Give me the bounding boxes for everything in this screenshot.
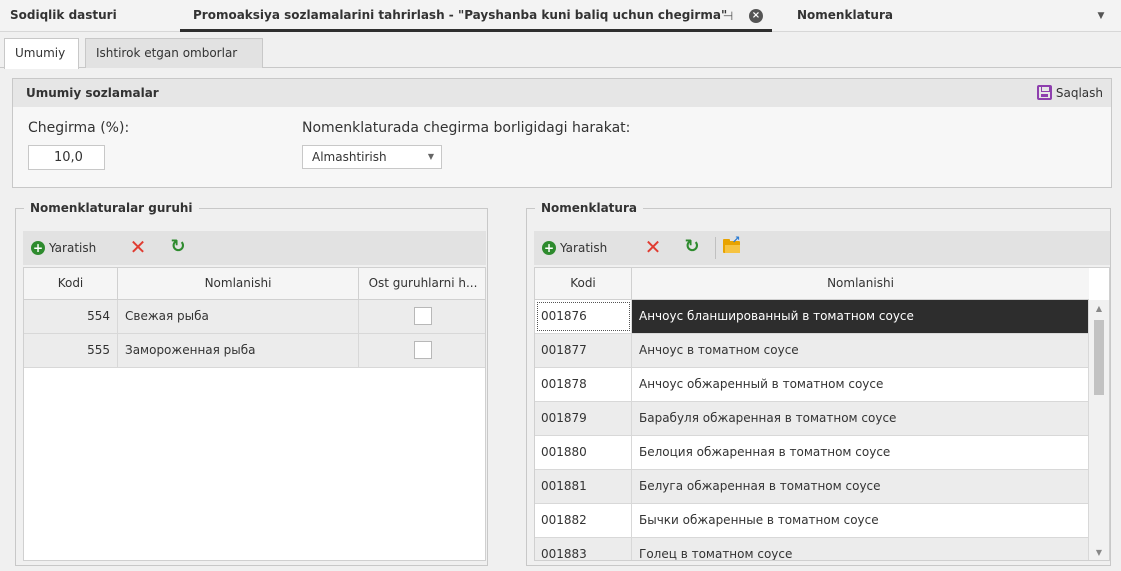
column-header-code[interactable]: Kodi [535, 268, 632, 299]
pin-icon[interactable]: ⊣ [721, 9, 735, 23]
column-header-name[interactable]: Nomlanishi [118, 268, 359, 299]
action-select[interactable]: Almashtirish ▼ [302, 145, 442, 169]
column-header-code[interactable]: Kodi [24, 268, 118, 299]
items-grid-header: Kodi Nomlanishi [535, 268, 1089, 300]
general-settings-group: Umumiy sozlamalar Saqlash Chegirma (%): … [12, 78, 1112, 188]
cell-name: Бычки обжаренные в томатном соусе [639, 513, 879, 527]
settings-header: Umumiy sozlamalar Saqlash [13, 79, 1111, 107]
doc-tab-loyalty[interactable]: Sodiqlik dasturi [10, 0, 117, 32]
discount-input[interactable]: 10,0 [28, 145, 105, 170]
table-row[interactable]: 555 Замороженная рыба [24, 334, 485, 368]
plus-circle-icon: + [31, 240, 45, 255]
column-header-subgroups[interactable]: Ost guruhlarni h... [359, 268, 485, 299]
table-row[interactable]: 554 Свежая рыба [24, 300, 485, 334]
items-create-button[interactable]: + Yaratish [542, 239, 607, 257]
groups-grid: Kodi Nomlanishi Ost guruhlarni h... 554 … [23, 267, 486, 561]
column-header-name[interactable]: Nomlanishi [632, 268, 1089, 299]
table-row[interactable]: 001882 Бычки обжаренные в томатном соусе [535, 504, 1089, 538]
cell-code: 001880 [535, 436, 632, 469]
vertical-scrollbar[interactable]: ▲ ▼ [1088, 300, 1109, 560]
cell-code: 554 [24, 300, 118, 333]
delete-icon[interactable]: ✕ [644, 237, 662, 257]
subgroups-checkbox[interactable] [414, 307, 432, 325]
groups-toolbar: + Yaratish ✕ ↻ [23, 231, 486, 265]
cell-name: Свежая рыба [118, 300, 359, 333]
cell-code: 001881 [535, 470, 632, 503]
cell-name: Анчоус бланшированный в томатном соусе [632, 300, 1089, 333]
cell-code: 001876 [535, 300, 632, 333]
cell-code: 001877 [535, 334, 632, 367]
refresh-icon[interactable]: ↻ [683, 237, 701, 257]
table-row[interactable]: 001879 Барабуля обжаренная в томатном со… [535, 402, 1089, 436]
refresh-icon[interactable]: ↻ [169, 237, 187, 257]
sub-tab-bar: Umumiy Ishtirok etgan omborlar [0, 32, 1121, 69]
groups-create-label: Yaratish [49, 241, 97, 255]
settings-title: Umumiy sozlamalar [26, 86, 159, 100]
chevron-down-icon[interactable]: ▼ [1094, 9, 1108, 23]
app-window: Sodiqlik dasturi Promoaksiya sozlamalari… [0, 0, 1121, 571]
save-label: Saqlash [1055, 86, 1103, 100]
discount-label: Chegirma (%): [28, 120, 130, 136]
items-toolbar: + Yaratish ✕ ↻ ↗ [534, 231, 1110, 265]
save-icon [1036, 84, 1052, 100]
cell-code: 555 [24, 334, 118, 367]
cell-name: Барабуля обжаренная в томатном соусе [639, 411, 897, 425]
cell-name: Белуга обжаренная в томатном соусе [639, 479, 881, 493]
cell-code: 001878 [535, 368, 632, 401]
cell-name: Анчоус в томатном соусе [639, 343, 799, 357]
items-create-label: Yaratish [560, 241, 608, 255]
plus-circle-icon: + [542, 240, 556, 255]
cell-code: 001883 [535, 538, 632, 560]
nomenclature-items-panel: Nomenklatura + Yaratish ✕ ↻ ↗ Kodi Nomlan… [526, 201, 1111, 566]
groups-create-button[interactable]: + Yaratish [31, 239, 96, 257]
table-row[interactable]: 001878 Анчоус обжаренный в томатном соус… [535, 368, 1089, 402]
items-grid: Kodi Nomlanishi 001876 Анчоус бланширова… [534, 267, 1110, 561]
table-row[interactable]: 001877 Анчоус в томатном соусе [535, 334, 1089, 368]
action-label: Nomenklaturada chegirma borligidagi hara… [302, 120, 631, 136]
items-panel-title: Nomenklatura [535, 201, 643, 215]
close-icon[interactable]: × [749, 9, 763, 23]
chevron-down-icon: ▼ [427, 152, 434, 161]
cell-code: 001879 [535, 402, 632, 435]
cell-name: Белоция обжаренная в томатном соусе [639, 445, 891, 459]
cell-subgroups [359, 300, 485, 333]
table-row[interactable]: 001881 Белуга обжаренная в томатном соус… [535, 470, 1089, 504]
tab-warehouses[interactable]: Ishtirok etgan omborlar [85, 38, 263, 68]
save-button[interactable]: Saqlash [1036, 84, 1103, 102]
delete-icon[interactable]: ✕ [129, 237, 147, 257]
table-row[interactable]: 001876 Анчоус бланшированный в томатном … [535, 300, 1089, 334]
table-row[interactable]: 001883 Голец в томатном соусе [535, 538, 1089, 561]
action-select-value: Almashtirish [312, 150, 387, 164]
cell-name: Анчоус обжаренный в томатном соусе [639, 377, 884, 391]
nomenclature-groups-panel: Nomenklaturalar guruhi + Yaratish ✕ ↻ Kod… [15, 201, 488, 566]
cell-name: Замороженная рыба [118, 334, 359, 367]
tab-general[interactable]: Umumiy [4, 38, 79, 69]
cell-code: 001882 [535, 504, 632, 537]
folder-open-icon[interactable]: ↗ [723, 236, 740, 253]
table-row[interactable]: 001880 Белоция обжаренная в томатном соу… [535, 436, 1089, 470]
toolbar-separator [715, 237, 716, 259]
scroll-up-icon[interactable]: ▲ [1093, 303, 1105, 315]
cell-name: Голец в томатном соусе [639, 547, 793, 561]
subgroups-checkbox[interactable] [414, 341, 432, 359]
groups-grid-header: Kodi Nomlanishi Ost guruhlarni h... [24, 268, 485, 300]
doc-tab-promo-edit[interactable]: Promoaksiya sozlamalarini tahrirlash - "… [193, 0, 727, 32]
scroll-down-icon[interactable]: ▼ [1093, 547, 1105, 559]
document-tab-bar: Sodiqlik dasturi Promoaksiya sozlamalari… [0, 0, 1121, 32]
doc-tab-nomenclature[interactable]: Nomenklatura [797, 0, 893, 32]
cell-subgroups [359, 334, 485, 367]
scroll-thumb[interactable] [1094, 320, 1104, 395]
groups-panel-title: Nomenklaturalar guruhi [24, 201, 199, 215]
